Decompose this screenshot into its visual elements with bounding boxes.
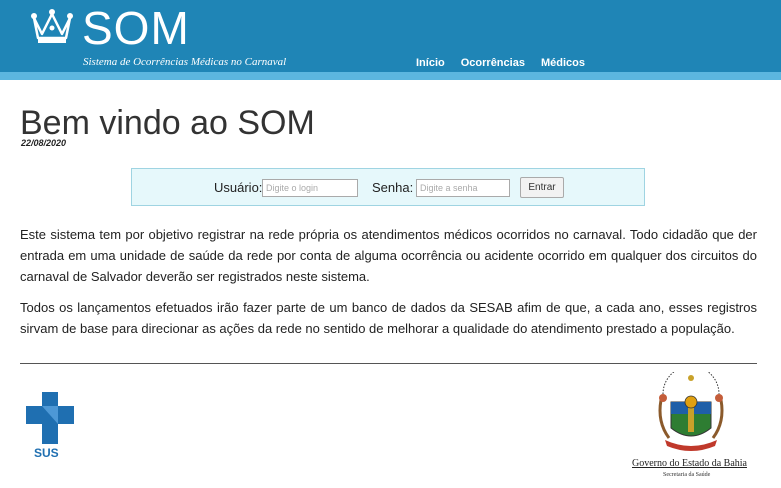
nav-ocorrencias[interactable]: Ocorrências [461,57,525,69]
password-label: Senha: [372,180,414,195]
login-button[interactable]: Entrar [520,177,564,198]
bahia-coat-of-arms-icon [658,372,724,451]
password-input[interactable] [416,179,510,197]
page-title: Bem vindo ao SOM [20,104,315,142]
footer-divider [20,363,757,364]
app-subtitle: Sistema de Ocorrências Médicas no Carnav… [83,56,287,68]
nav-medicos[interactable]: Médicos [541,57,585,69]
app-title[interactable]: SOM [82,2,190,54]
government-subtitle: Secretaria da Saúde [663,472,711,478]
username-label: Usuário: [214,180,263,195]
login-form: Usuário: Senha: Entrar [131,168,645,206]
sus-label: SUS [34,446,59,460]
intro-paragraph: Este sistema tem por objetivo registrar … [20,227,757,284]
page-date: 22/08/2020 [21,138,67,148]
header: SOM Sistema de Ocorrências Médicas no Ca… [0,0,781,78]
username-input[interactable] [262,179,358,197]
intro-paragraph: Todos os lançamentos efetuados irão faze… [20,300,757,336]
header-strip [0,72,781,80]
government-title: Governo do Estado da Bahia [632,458,747,469]
intro-content: Este sistema tem por objetivo registrar … [20,224,757,349]
nav-inicio[interactable]: Início [416,57,445,69]
crown-icon [31,9,73,43]
main-nav: Início Ocorrências Médicos [416,57,585,69]
